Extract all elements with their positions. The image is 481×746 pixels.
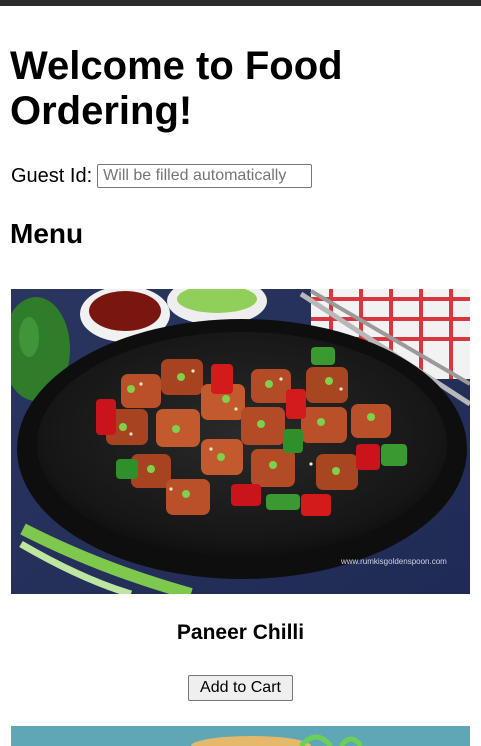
guest-id-label: Guest Id: <box>11 165 93 187</box>
image-watermark: www.rumkisgoldenspoon.com <box>340 557 447 566</box>
paneer-chilli-image: www.rumkisgoldenspoon.com <box>11 289 470 594</box>
next-menu-item-image <box>11 726 470 746</box>
menu-item-name: Paneer Chilli <box>176 621 305 644</box>
guest-id-input[interactable] <box>97 164 313 188</box>
browser-top-bar <box>0 0 481 6</box>
guest-id-row: Guest Id: <box>11 164 313 188</box>
menu-heading: Menu <box>10 218 84 249</box>
page-title: Welcome to Food Ordering! <box>10 44 343 133</box>
add-to-cart-button[interactable]: Add to Cart <box>188 675 293 701</box>
